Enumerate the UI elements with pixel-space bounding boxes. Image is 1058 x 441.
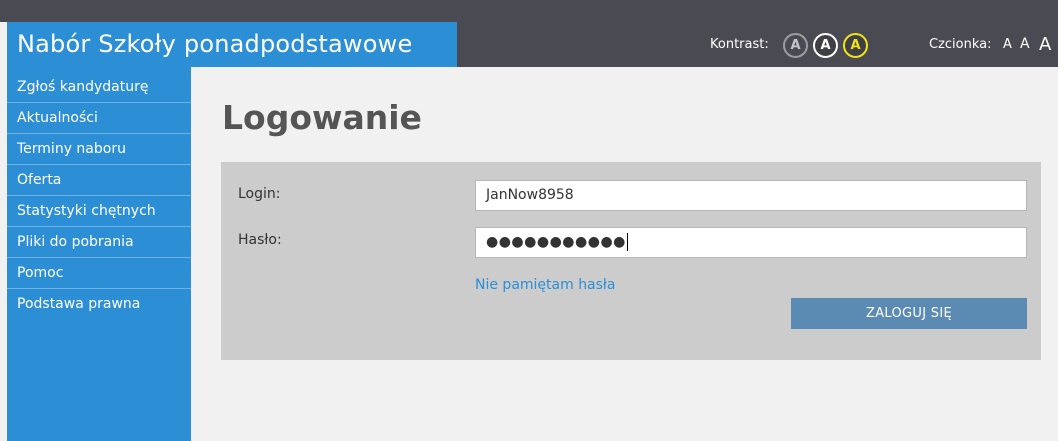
login-panel: Login: JanNow8958 Hasło: ●●●●●●●●●●● Nie… xyxy=(221,162,1041,360)
contrast-yellow-button[interactable]: A xyxy=(843,33,868,58)
login-label: Login: xyxy=(238,186,281,202)
header-bar: Kontrast: A A A Czcionka: A A A xyxy=(457,22,1058,67)
sidebar-item-oferta[interactable]: Oferta xyxy=(7,165,191,196)
app-title: Nabór Szkoły ponadpodstawowe xyxy=(7,22,457,67)
contrast-label: Kontrast: xyxy=(710,37,769,52)
password-label: Hasło: xyxy=(238,232,282,248)
sidebar-nav: Zgłoś kandydaturę Aktualności Terminy na… xyxy=(7,72,191,320)
sidebar-item-pomoc[interactable]: Pomoc xyxy=(7,258,191,289)
sidebar-item-statystyki-chetnych[interactable]: Statystyki chętnych xyxy=(7,196,191,227)
sidebar-item-zglos-kandydature[interactable]: Zgłoś kandydaturę xyxy=(7,72,191,103)
font-large-button[interactable]: A xyxy=(1039,22,1051,67)
font-medium-button[interactable]: A xyxy=(1020,22,1030,67)
login-input[interactable]: JanNow8958 xyxy=(475,180,1027,211)
login-button[interactable]: ZALOGUJ SIĘ xyxy=(791,298,1027,329)
font-small-button[interactable]: A xyxy=(1003,22,1012,67)
page-title: Logowanie xyxy=(222,98,422,137)
sidebar-item-pliki-do-pobrania[interactable]: Pliki do pobrania xyxy=(7,227,191,258)
page: Nabór Szkoły ponadpodstawowe Zgłoś kandy… xyxy=(0,0,1058,441)
password-masked-value: ●●●●●●●●●●● xyxy=(486,234,626,250)
password-input[interactable]: ●●●●●●●●●●● xyxy=(475,227,1027,258)
top-strip xyxy=(0,0,1058,22)
text-caret xyxy=(626,233,628,251)
font-size-label: Czcionka: xyxy=(929,37,992,52)
contrast-white-button[interactable]: A xyxy=(813,33,838,58)
sidebar-item-terminy-naboru[interactable]: Terminy naboru xyxy=(7,134,191,165)
contrast-default-button[interactable]: A xyxy=(783,33,808,58)
sidebar-item-aktualnosci[interactable]: Aktualności xyxy=(7,103,191,134)
sidebar-item-podstawa-prawna[interactable]: Podstawa prawna xyxy=(7,289,191,320)
forgot-password-link[interactable]: Nie pamiętam hasła xyxy=(475,277,616,293)
